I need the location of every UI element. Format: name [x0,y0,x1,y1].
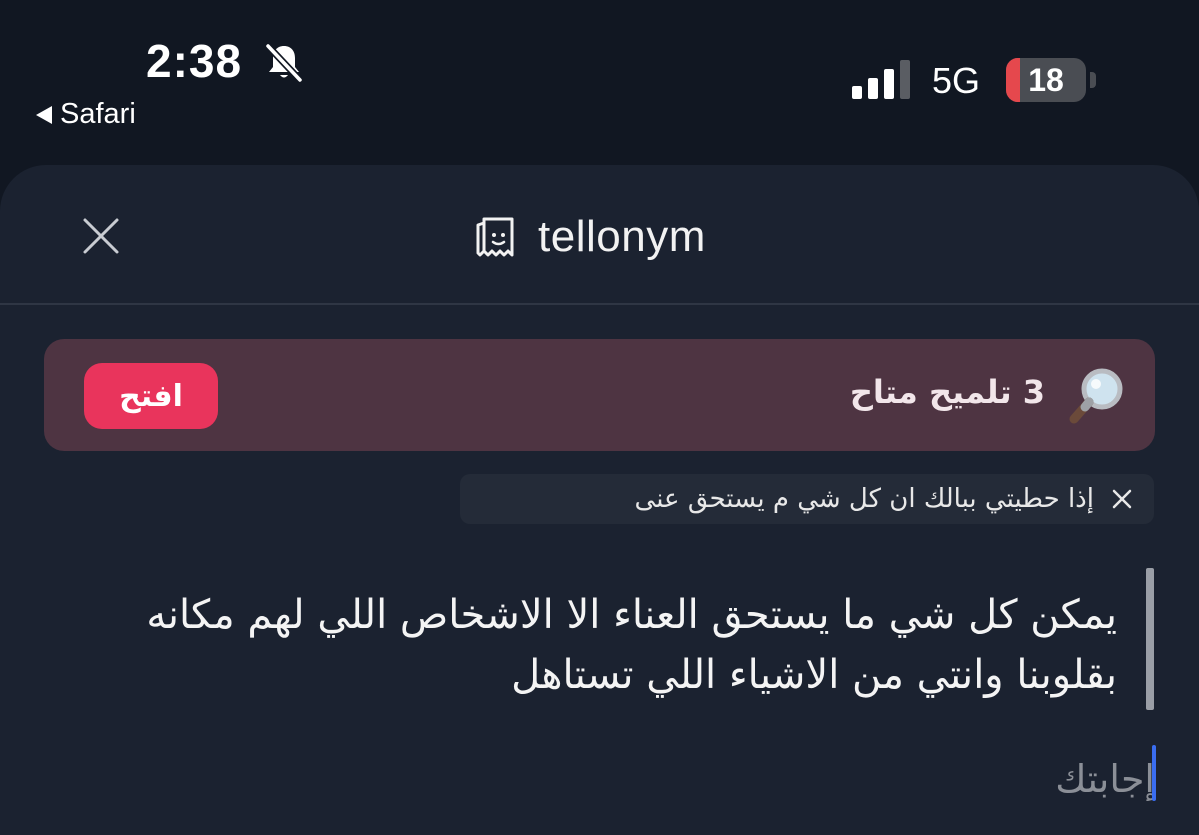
back-triangle-icon [36,105,52,124]
hint-card: افتح 3 تلميح متاح [44,339,1155,451]
brand-name: tellonym [538,212,706,261]
text-caret [1152,745,1156,801]
reply-quote-text: إذا حطيتي ببالك ان كل شي م يستحق عنى [634,484,1094,514]
network-type: 5G [932,60,981,101]
close-icon[interactable] [82,217,120,255]
answer-sheet: tellonym افتح 3 تلميح متاح إذا حطيتي ببا… [0,165,1199,835]
battery-indicator: 18 [1006,58,1096,104]
tellonym-logo-icon [476,217,514,257]
answer-input[interactable] [455,751,1155,807]
remove-quote-icon[interactable] [1110,487,1134,511]
reply-quote-chip: إذا حطيتي ببالك ان كل شي م يستحق عنى [460,474,1154,524]
silent-bell-icon [265,43,303,83]
back-label: Safari [60,98,136,130]
hint-count-label: 3 تلميح متاح [849,373,1045,411]
question-quote-bar [1146,568,1154,710]
open-hint-button[interactable]: افتح [84,363,218,429]
magnifier-icon [1069,368,1123,424]
status-time: 2:38 [146,35,243,87]
back-to-safari-button[interactable]: Safari [36,98,136,131]
header-divider [0,303,1199,305]
cellular-signal-icon [852,60,910,99]
battery-body: 18 [1006,58,1086,102]
status-bar: 2:38 Safari 5G 18 [0,0,1199,165]
battery-level: 18 [1028,62,1064,98]
question-text: يمكن كل شي ما يستحق العناء الا الاشخاص ا… [146,592,1117,698]
brand: tellonym [472,209,706,265]
battery-tip [1090,72,1096,88]
